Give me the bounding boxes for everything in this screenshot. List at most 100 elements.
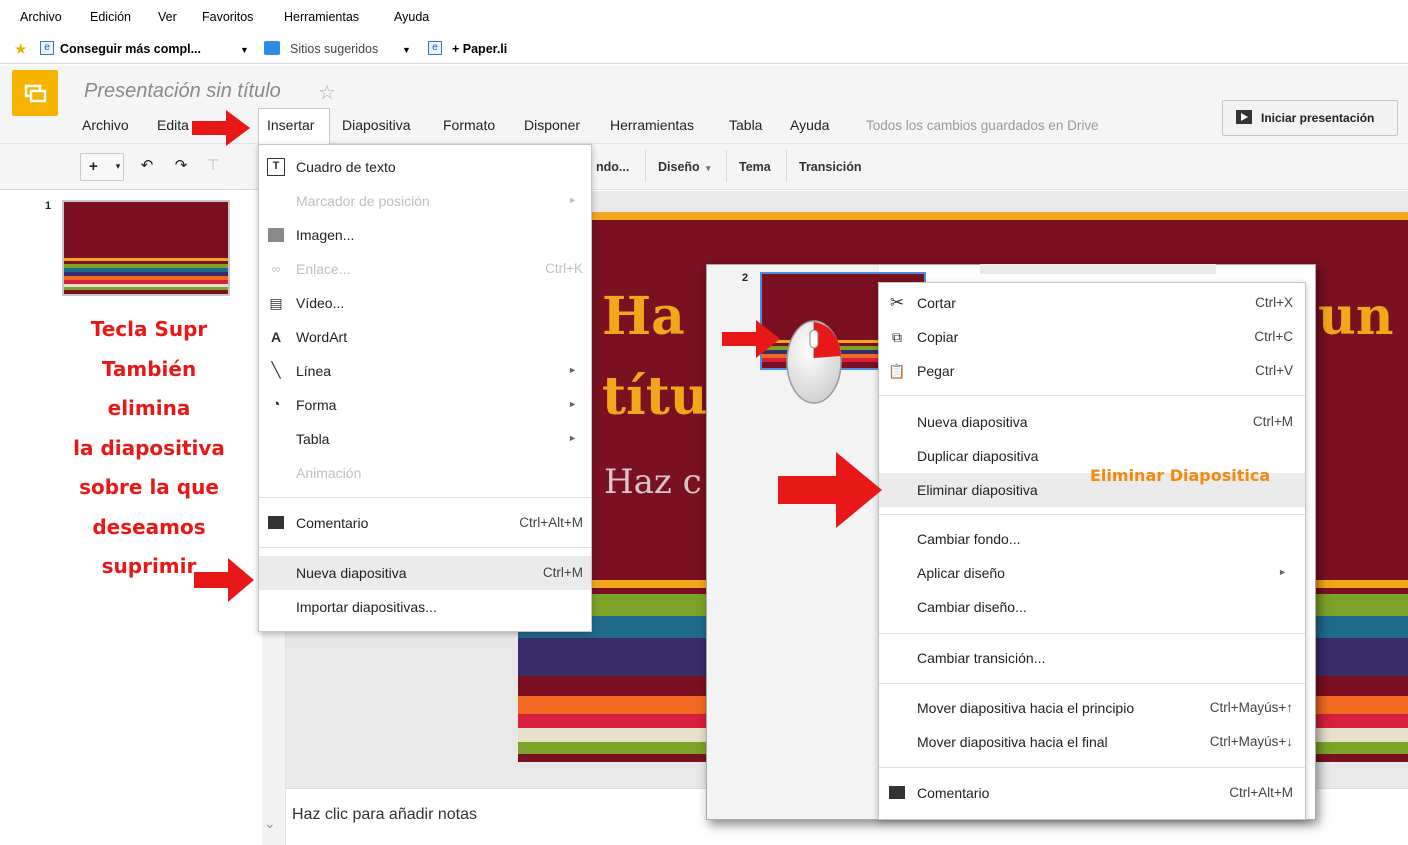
chevron-down-icon[interactable]: ▼ (402, 45, 411, 55)
menu-separator (259, 547, 591, 548)
ctx-item-aplicar-diseno[interactable]: Aplicar diseño ► (879, 556, 1305, 590)
menu-herramientas[interactable]: Herramientas (610, 117, 694, 133)
annotation-line: deseamos (92, 514, 206, 539)
favorite-link-conseguir[interactable]: Conseguir más compl... (60, 42, 201, 56)
menu-item-linea[interactable]: ╲ Línea ► (259, 354, 591, 388)
arrow-annotation-nueva-diapositiva (194, 558, 254, 602)
annotation-line: la diapositiva (73, 435, 225, 460)
comment-icon (889, 786, 905, 799)
favorites-star-icon[interactable]: ★ (14, 40, 27, 58)
favorite-link-sitios[interactable]: Sitios sugeridos (290, 42, 378, 56)
menu-item-video[interactable]: ▤ Vídeo... (259, 286, 591, 320)
menu-item-animacion: Animación (296, 465, 362, 481)
menu-insertar[interactable]: Insertar (267, 117, 314, 133)
slide-subtitle-fragment: Haz c (604, 462, 702, 502)
layout-button[interactable]: Diseño (658, 160, 700, 174)
ie-page-icon: e (428, 41, 442, 55)
menu-item-comentario[interactable]: Comentario Ctrl+Alt+M (259, 506, 591, 540)
speaker-notes-placeholder[interactable]: Haz clic para añadir notas (292, 806, 477, 824)
menu-formato[interactable]: Formato (443, 117, 495, 133)
menu-item-imagen[interactable]: Imagen... (259, 218, 591, 252)
chevron-down-icon[interactable]: ▼ (240, 45, 249, 55)
menu-diapositiva[interactable]: Diapositiva (342, 117, 410, 133)
ctx-item-cambiar-fondo[interactable]: Cambiar fondo... (879, 522, 1305, 556)
menu-archivo[interactable]: Archivo (82, 117, 129, 133)
annotation-line: sobre la que (79, 475, 219, 499)
comment-icon (268, 516, 284, 529)
undo-icon[interactable]: ↶ (136, 153, 158, 181)
menu-separator (879, 683, 1305, 684)
line-icon: ╲ (271, 362, 281, 379)
star-icon[interactable]: ☆ (318, 80, 336, 105)
inset-toolbar-fragment (980, 264, 1216, 274)
menu-item-forma[interactable]: ◔ Forma ► (259, 388, 591, 422)
toolbar-separator (786, 150, 787, 182)
document-title[interactable]: Presentación sin título (84, 80, 281, 103)
chevron-down-icon: ▾ (706, 163, 711, 173)
background-button[interactable]: ndo... (596, 160, 629, 174)
browser-menu-ver[interactable]: Ver (158, 10, 177, 24)
menu-ayuda[interactable]: Ayuda (790, 117, 829, 133)
menu-item-tabla[interactable]: Tabla ► (259, 422, 591, 456)
browser-menubar: Archivo Edición Ver Favoritos Herramient… (0, 0, 1408, 34)
slide-context-menu: ✂ Cortar Ctrl+X ⧉ Copiar Ctrl+C 📋 Pegar … (878, 282, 1306, 820)
favorite-link-paperli[interactable]: + Paper.li (452, 42, 507, 56)
submenu-arrow-icon: ► (568, 433, 577, 443)
browser-menu-herramientas[interactable]: Herramientas (284, 10, 359, 24)
submenu-arrow-icon: ► (1278, 567, 1287, 577)
suggested-sites-icon (264, 41, 280, 55)
arrow-annotation-thumbnail (722, 320, 780, 358)
menu-item-importar[interactable]: Importar diapositivas... (259, 590, 591, 624)
ctx-item-cambiar-transicion[interactable]: Cambiar transición... (879, 641, 1305, 675)
annotation-line: Tecla Supr (90, 317, 208, 341)
annotation-line: También (101, 356, 197, 381)
text-box-icon: T (267, 158, 285, 176)
slide-number: 1 (45, 200, 52, 212)
menu-item-nueva-diapositiva[interactable]: Nueva diapositiva Ctrl+M (259, 556, 591, 590)
ctx-item-pegar[interactable]: 📋 Pegar Ctrl+V (879, 354, 1305, 388)
ctx-item-mover-final[interactable]: Mover diapositiva hacia el final Ctrl+Ma… (879, 725, 1305, 759)
theme-button[interactable]: Tema (739, 160, 771, 174)
browser-menu-ayuda[interactable]: Ayuda (394, 10, 429, 24)
annotation-line: elimina (107, 396, 191, 420)
slides-logo-icon[interactable] (12, 70, 58, 116)
annotation-eliminar: Eliminar Diapositica (1090, 466, 1271, 485)
menu-separator (879, 395, 1305, 396)
chevron-down-icon[interactable]: ⌄ (264, 815, 276, 832)
video-icon: ▤ (269, 295, 283, 311)
shape-icon: ◔ (271, 396, 281, 413)
menu-separator (259, 497, 591, 498)
menu-tabla[interactable]: Tabla (729, 117, 762, 133)
menu-item-wordart[interactable]: A WordArt (259, 320, 591, 354)
slide-number: 2 (742, 272, 749, 284)
ctx-item-comentario[interactable]: Comentario Ctrl+Alt+M (879, 776, 1305, 810)
paint-format-icon[interactable]: ⊤ (202, 153, 224, 181)
menu-item-cuadro-de-texto[interactable]: T Cuadro de texto (259, 150, 591, 184)
ctx-item-cortar[interactable]: ✂ Cortar Ctrl+X (879, 286, 1305, 320)
browser-menu-edicion[interactable]: Edición (90, 10, 131, 24)
browser-menu-favoritos[interactable]: Favoritos (202, 10, 253, 24)
chevron-down-icon[interactable]: ▾ (112, 153, 124, 181)
copy-icon: ⧉ (892, 329, 902, 345)
submenu-arrow-icon: ► (568, 365, 577, 375)
ctx-item-nueva-diapositiva[interactable]: Nueva diapositiva Ctrl+M (879, 405, 1305, 439)
redo-icon[interactable]: ↷ (170, 153, 192, 181)
arrow-annotation-eliminar (778, 452, 882, 528)
ctx-item-mover-principio[interactable]: Mover diapositiva hacia el principio Ctr… (879, 691, 1305, 725)
slide-title-fragment: títu (602, 366, 708, 427)
menu-editar[interactable]: Edita (157, 117, 189, 133)
toolbar-separator (645, 150, 646, 182)
browser-menu-archivo[interactable]: Archivo (20, 10, 62, 24)
arrow-annotation-insertar (192, 110, 250, 146)
scissors-icon: ✂ (889, 293, 905, 312)
menu-disponer[interactable]: Disponer (524, 117, 580, 133)
ctx-item-cambiar-diseno[interactable]: Cambiar diseño... (879, 590, 1305, 624)
transition-button[interactable]: Transición (799, 160, 862, 174)
insert-menu: T Cuadro de texto Marcador de posición ►… (258, 144, 592, 632)
menu-separator (879, 514, 1305, 515)
save-status[interactable]: Todos los cambios guardados en Drive (866, 118, 1099, 133)
menu-item-marcador: Marcador de posición ► (296, 193, 577, 209)
ctx-item-copiar[interactable]: ⧉ Copiar Ctrl+C (879, 320, 1305, 354)
menu-separator (879, 633, 1305, 634)
slide-thumbnail[interactable] (62, 200, 230, 296)
